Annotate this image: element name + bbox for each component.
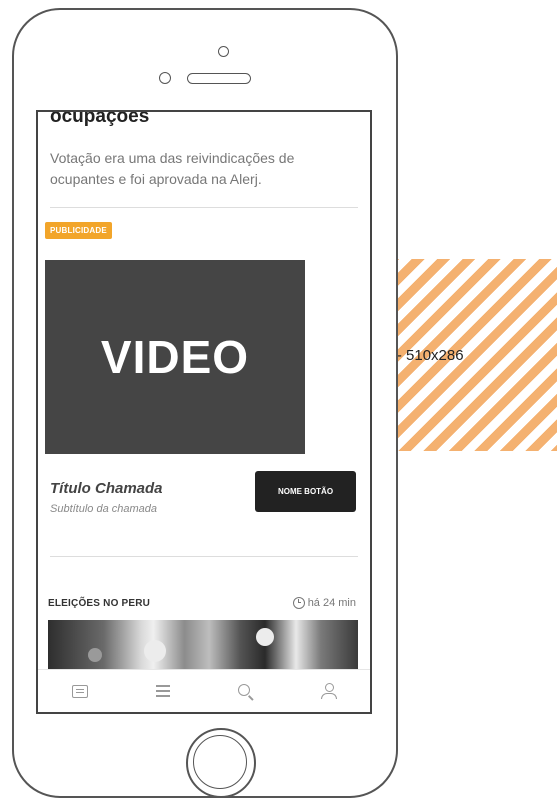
timestamp-text: há 24 min xyxy=(307,597,356,609)
news-photo[interactable] xyxy=(48,620,358,672)
divider xyxy=(50,207,358,208)
nav-menu[interactable] xyxy=(143,675,183,707)
nav-news[interactable] xyxy=(60,675,100,707)
clock-icon xyxy=(292,597,305,609)
article-summary[interactable]: Votação era uma das reivindicações de oc… xyxy=(50,148,350,190)
phone-screen: ocupações Votação era uma das reivindica… xyxy=(36,110,372,714)
user-icon xyxy=(320,683,337,699)
speaker-icon xyxy=(187,73,251,84)
section-title[interactable]: ELEIÇÕES NO PERU xyxy=(48,598,150,609)
nav-search[interactable] xyxy=(226,675,266,707)
video-player[interactable]: VIDEO xyxy=(45,260,305,454)
photo-figure xyxy=(144,640,166,662)
menu-icon xyxy=(155,690,170,692)
section-timestamp: há 24 min xyxy=(292,597,356,609)
home-button[interactable] xyxy=(186,728,256,798)
article-headline[interactable]: ocupações xyxy=(50,112,149,128)
cta-button[interactable]: NOME BOTÃO xyxy=(255,471,356,512)
camera-icon xyxy=(218,46,229,57)
divider xyxy=(50,556,358,557)
photo-figure xyxy=(256,628,274,646)
bottom-nav xyxy=(38,669,370,712)
ad-badge: PUBLICIDADE xyxy=(45,222,112,239)
photo-figure xyxy=(88,648,102,662)
news-icon xyxy=(71,684,88,698)
search-icon xyxy=(238,683,250,696)
video-label: VIDEO xyxy=(100,331,250,383)
promo-title[interactable]: Título Chamada xyxy=(50,480,163,497)
promo-subtitle: Subtítulo da chamada xyxy=(50,503,158,515)
nav-profile[interactable] xyxy=(309,675,349,707)
sensor-icon xyxy=(159,72,171,84)
